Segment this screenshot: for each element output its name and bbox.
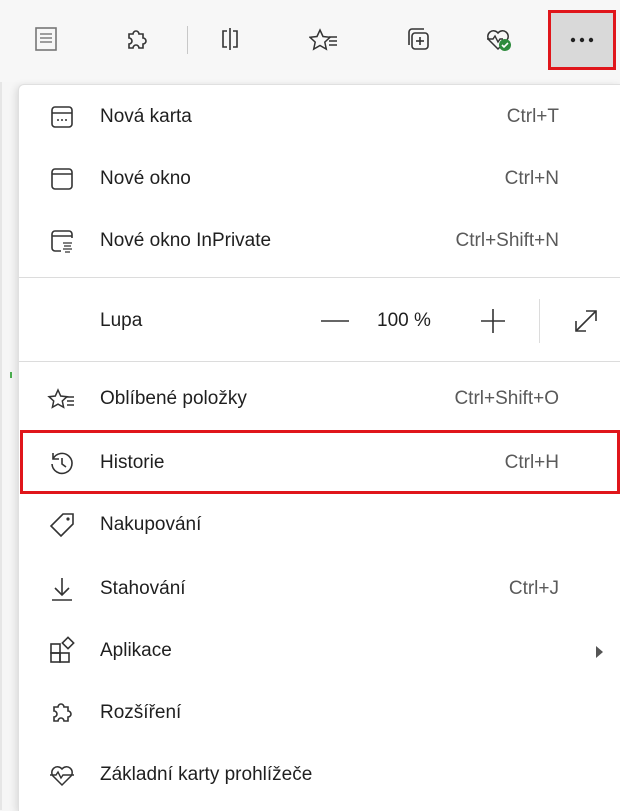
download-icon xyxy=(47,574,77,604)
submenu-arrow-icon xyxy=(596,646,603,658)
menu-item-shortcut: Ctrl+T xyxy=(506,106,559,127)
menu-item-label: Rozšíření xyxy=(100,702,182,723)
browser-essentials-icon xyxy=(487,30,511,51)
menu-item-browser-essentials[interactable]: Základní karty prohlížeče xyxy=(19,745,620,805)
menu-item-label: Základní karty prohlížeče xyxy=(100,764,313,785)
menu-item-favorites[interactable]: Oblíbené položky Ctrl+Shift+O xyxy=(19,369,620,429)
collections-button[interactable] xyxy=(392,14,444,64)
puzzle-icon xyxy=(47,698,77,728)
settings-menu: Nová karta Ctrl+T Nové okno Ctrl+N Nové … xyxy=(18,84,620,811)
menu-item-label: Aplikace xyxy=(100,640,172,661)
menu-divider xyxy=(19,277,620,278)
expand-icon xyxy=(575,310,597,332)
menu-item-downloads[interactable]: Stahování Ctrl+J xyxy=(19,559,620,619)
zoom-out-button[interactable] xyxy=(315,305,355,337)
browser-essentials-button[interactable] xyxy=(472,14,524,64)
extensions-button[interactable] xyxy=(110,14,162,64)
split-screen-icon xyxy=(222,28,238,50)
minus-icon xyxy=(321,320,349,322)
menu-item-shortcut: Ctrl+N xyxy=(504,168,559,189)
apps-icon xyxy=(47,636,77,666)
menu-item-shortcut: Ctrl+Shift+O xyxy=(454,388,559,409)
menu-item-zoom: Lupa 100 % xyxy=(19,291,620,351)
tag-icon xyxy=(47,510,77,540)
history-icon xyxy=(47,448,77,478)
menu-item-label: Nové okno xyxy=(100,168,191,189)
menu-divider xyxy=(19,361,620,362)
favorites-toolbar-button[interactable] xyxy=(298,14,350,64)
more-button[interactable] xyxy=(548,10,616,70)
page-edge xyxy=(0,82,2,810)
more-icon xyxy=(570,37,594,43)
menu-item-label: Nová karta xyxy=(100,106,192,127)
heart-pulse-icon xyxy=(47,760,77,790)
favorites-icon xyxy=(47,384,77,414)
menu-item-history[interactable]: Historie Ctrl+H xyxy=(19,433,620,493)
window-icon xyxy=(47,164,77,194)
menu-item-label: Nové okno InPrivate xyxy=(100,230,272,251)
menu-item-new-tab[interactable]: Nová karta Ctrl+T xyxy=(19,87,620,147)
split-screen-button[interactable] xyxy=(204,14,256,64)
inprivate-icon xyxy=(47,226,77,256)
menu-item-shortcut: Ctrl+Shift+N xyxy=(455,230,559,251)
zoom-in-button[interactable] xyxy=(475,305,511,337)
zoom-separator xyxy=(539,299,540,343)
menu-item-new-window[interactable]: Nové okno Ctrl+N xyxy=(19,149,620,209)
page-mark xyxy=(10,372,12,378)
menu-item-shortcut: Ctrl+H xyxy=(504,452,559,473)
menu-item-label: Stahování xyxy=(100,578,186,599)
menu-item-shortcut: Ctrl+J xyxy=(508,578,559,599)
menu-item-label: Nakupování xyxy=(100,514,202,535)
plus-icon xyxy=(481,309,505,333)
menu-item-label: Oblíbené položky xyxy=(100,388,247,409)
reading-view-icon xyxy=(35,27,57,51)
menu-item-apps[interactable]: Aplikace xyxy=(19,621,620,681)
reading-view-button[interactable] xyxy=(20,14,72,64)
toolbar xyxy=(0,0,620,82)
new-tab-icon xyxy=(47,102,77,132)
fullscreen-button[interactable] xyxy=(571,306,601,336)
menu-item-extensions[interactable]: Rozšíření xyxy=(19,683,620,743)
toolbar-separator xyxy=(187,26,188,54)
menu-item-new-inprivate[interactable]: Nové okno InPrivate Ctrl+Shift+N xyxy=(19,211,620,271)
zoom-label: Lupa xyxy=(100,310,143,331)
favorites-icon xyxy=(309,28,337,51)
zoom-value: 100 % xyxy=(377,310,431,331)
menu-item-label: Historie xyxy=(100,452,165,473)
collections-icon xyxy=(408,28,429,50)
menu-item-shopping[interactable]: Nakupování xyxy=(19,495,620,555)
extensions-icon xyxy=(128,30,147,49)
